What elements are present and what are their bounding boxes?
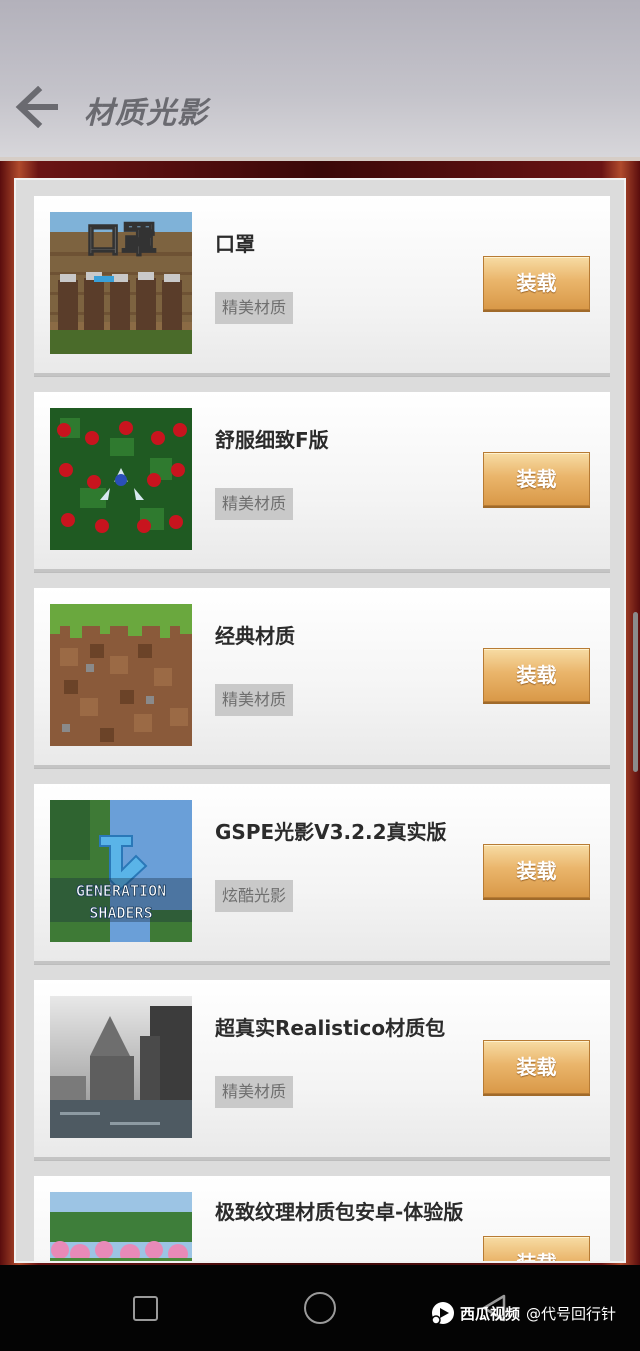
page-title: 材质光影 (84, 96, 208, 131)
item-title: 口罩 (215, 232, 255, 256)
xigua-logo-icon (431, 1302, 454, 1325)
category-tag: 精美材质 (215, 292, 294, 324)
list-item[interactable]: 经典材质 精美材质 装载 (34, 588, 610, 768)
install-button[interactable]: 装载 (483, 648, 590, 702)
video-watermark: 西瓜视频 @代号回行针 (430, 1300, 616, 1326)
scrollbar[interactable] (633, 612, 638, 772)
install-button[interactable]: 装载 (483, 452, 590, 506)
watermark-handle: @代号回行针 (526, 1304, 617, 1323)
grass-block-thumbnail (50, 604, 192, 746)
back-button[interactable] (14, 85, 62, 129)
item-title: GSPE光影V3.2.2真实版 (215, 820, 447, 844)
category-tag: 精美材质 (215, 488, 294, 520)
circle-icon[interactable] (304, 1292, 336, 1324)
install-button[interactable]: 装载 (483, 844, 590, 898)
category-tag: 炫酷光影 (215, 880, 294, 912)
arrow-left-icon (15, 85, 58, 129)
item-title: 超真实Realistico材质包 (215, 1016, 446, 1040)
generation-shaders-thumbnail: GENERATION SHADERS (50, 800, 192, 942)
header-divider (0, 157, 640, 161)
list-item[interactable]: 极致纹理材质包安卓-体验版 装载 (34, 1176, 610, 1261)
svg-text:口罩: 口罩 (85, 220, 157, 261)
list-item[interactable]: 超真实Realistico材质包 精美材质 装载 (34, 980, 610, 1160)
list-item[interactable]: GENERATION SHADERS GSPE光影V3.2.2真实版 炫酷光影 … (34, 784, 610, 964)
square-icon[interactable] (133, 1296, 158, 1321)
list-item[interactable]: 舒服细致F版 精美材质 装载 (34, 392, 610, 572)
install-button[interactable]: 装载 (483, 256, 590, 310)
resource-list[interactable]: 口罩 口罩 精美材质 装载 舒服细致F版 精美材质 装载 经典材质 精美材质 装… (14, 178, 626, 1263)
install-button[interactable]: 装载 (483, 1236, 590, 1261)
category-tag: 精美材质 (215, 1076, 294, 1108)
svg-text:GENERATION: GENERATION (76, 882, 166, 900)
realistic-castle-thumbnail (50, 996, 192, 1138)
svg-text:SHADERS: SHADERS (89, 904, 152, 922)
app-header: 材质光影 (0, 0, 640, 157)
item-title: 经典材质 (215, 624, 295, 648)
watermark-brand: 西瓜视频 (460, 1304, 521, 1323)
mask-skin-thumbnail: 口罩 (50, 212, 192, 354)
item-title: 极致纹理材质包安卓-体验版 (215, 1200, 464, 1224)
rose-bush-thumbnail (50, 408, 192, 550)
category-tag: 精美材质 (215, 684, 294, 716)
flower-field-thumbnail (50, 1192, 192, 1261)
install-button[interactable]: 装载 (483, 1040, 590, 1094)
item-title: 舒服细致F版 (215, 428, 329, 452)
list-item[interactable]: 口罩 口罩 精美材质 装载 (34, 196, 610, 376)
